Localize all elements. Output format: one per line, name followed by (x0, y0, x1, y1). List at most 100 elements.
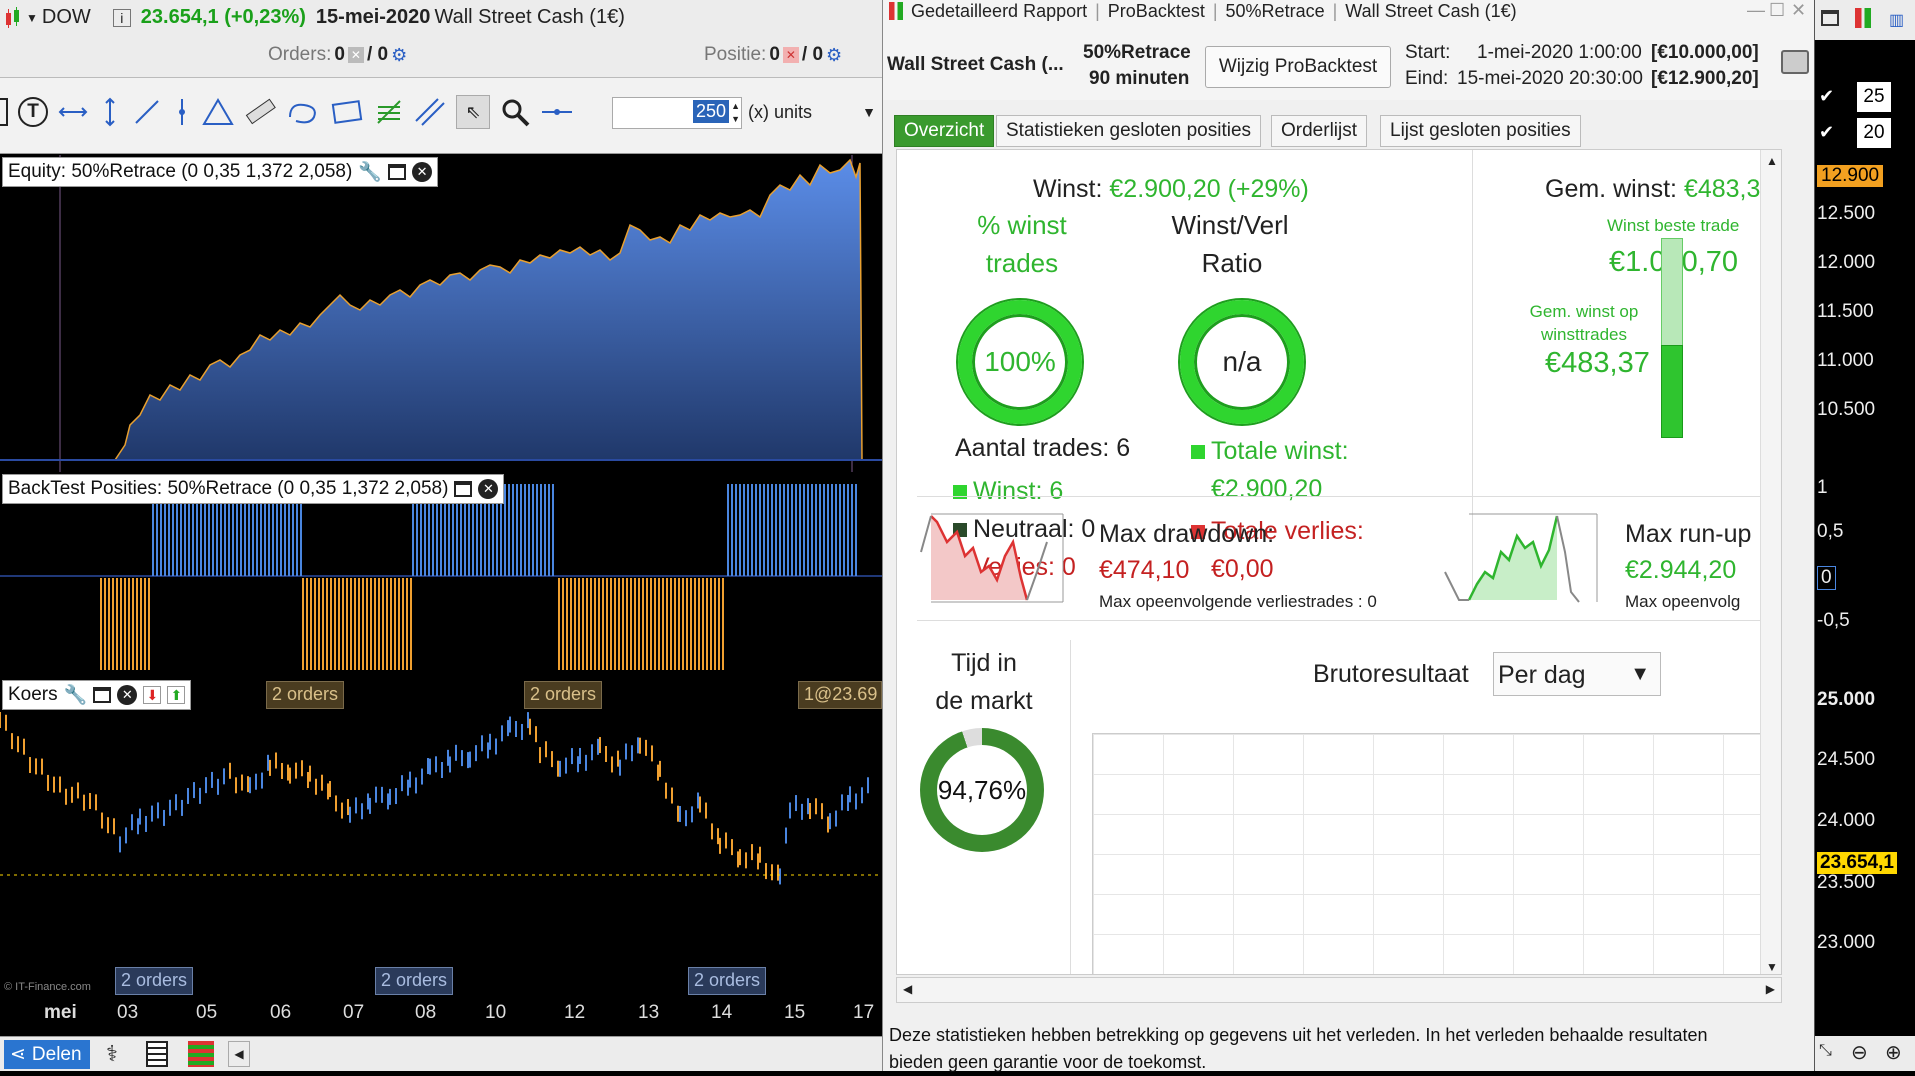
position-bar (116, 578, 118, 670)
pointer-icon[interactable]: ⇖ (456, 95, 490, 129)
ruler-icon[interactable] (244, 97, 276, 127)
zoom-out-icon[interactable]: ⊖ (1851, 1040, 1868, 1065)
printer-icon[interactable] (1781, 50, 1809, 74)
scroll-down-icon[interactable]: ▼ (1766, 960, 1778, 974)
trend-line-icon[interactable] (132, 97, 162, 127)
checkbox[interactable]: ✔ (1819, 86, 1834, 107)
resize-icon[interactable]: ⤡ (1819, 1042, 1832, 1060)
sell-arrow-icon[interactable]: ⬇ (143, 686, 162, 704)
position-bar (528, 484, 530, 576)
gross-period-select[interactable]: Per dag ▼ (1493, 652, 1661, 696)
cancel-orders-icon[interactable]: ✕ (347, 47, 364, 63)
indicator-icon[interactable]: ⚕ (106, 1041, 118, 1067)
channel-icon[interactable] (414, 97, 446, 127)
window-icon[interactable] (388, 164, 407, 180)
window-icon[interactable] (93, 687, 112, 703)
position-bar (618, 578, 620, 670)
title-part: ProBacktest (1107, 0, 1205, 21)
x-tick: 05 (196, 1002, 218, 1023)
wrench-icon[interactable]: 🔧 (358, 160, 382, 184)
scroll-left-icon[interactable]: ◀ (903, 982, 912, 996)
scroll-right-icon[interactable]: ▶ (1766, 982, 1775, 996)
orders-tag[interactable]: 2 orders (266, 681, 345, 709)
units-select[interactable]: (x) units ▼ (748, 102, 880, 123)
buy-arrow-icon[interactable]: ⬆ (167, 686, 186, 704)
checkbox[interactable]: ✔ (1819, 122, 1834, 143)
x-tick: 14 (711, 1002, 733, 1023)
minimize-icon[interactable]: — (1747, 0, 1765, 21)
position-count-2: / 0 (801, 44, 824, 65)
units-spinner-icon[interactable]: ▲ ▼ (731, 100, 740, 126)
orders-tag[interactable]: 2 orders (688, 967, 767, 995)
horizontal-line-icon[interactable] (58, 97, 88, 127)
vertical-line-icon[interactable] (98, 97, 122, 127)
tab-overview[interactable]: Overzicht (894, 115, 995, 147)
gears-icon[interactable]: ⚙ (391, 45, 407, 66)
tab-order-list[interactable]: Orderlijst (1271, 115, 1368, 147)
orders-tag[interactable]: 2 orders (524, 681, 603, 709)
triangle-tool-icon[interactable] (202, 97, 234, 127)
scroll-left-icon[interactable]: ◀ (228, 1041, 250, 1067)
info-icon[interactable]: i (112, 8, 131, 27)
position-bar (548, 484, 550, 576)
tab-closed-positions[interactable]: Lijst gesloten posities (1380, 115, 1581, 147)
position-bar (731, 484, 733, 576)
dropdown-arrow-icon[interactable]: ▼ (26, 11, 38, 25)
text-box-icon[interactable] (0, 98, 8, 126)
position-bar (532, 484, 534, 576)
position-bar (552, 484, 554, 576)
position-bar (314, 578, 316, 670)
share-button[interactable]: ⋖ Delen (4, 1040, 90, 1069)
window-icon[interactable] (1821, 10, 1839, 26)
candle-icon[interactable] (4, 6, 22, 29)
close-window-icon[interactable]: ✕ (1791, 0, 1806, 21)
tab-closed-stats[interactable]: Statistieken gesloten posities (996, 115, 1262, 147)
rectangle-icon[interactable] (330, 97, 364, 127)
segment-icon[interactable] (172, 97, 192, 127)
position-bar (646, 578, 648, 670)
trading-icon[interactable] (188, 1041, 214, 1067)
position-bar (678, 578, 680, 670)
equity-pane-title: Equity: 50%Retrace (0 0,35 1,372 2,058) … (2, 157, 439, 187)
report-timeframe: 90 minuten (1089, 68, 1190, 89)
position-bar (112, 578, 114, 670)
position-bar (763, 484, 765, 576)
close-icon[interactable]: ✕ (478, 479, 499, 499)
instrument-name: Wall Street Cash (1€) (434, 6, 625, 28)
y-tick: 11.500 (1817, 301, 1874, 322)
close-position-icon[interactable]: ✕ (782, 47, 799, 63)
close-icon[interactable]: ✕ (117, 685, 138, 705)
position-bar (144, 578, 146, 670)
orders-tag[interactable]: 2 orders (375, 967, 454, 995)
symbol-label[interactable]: DOW (42, 6, 91, 29)
y-tick: 0 (1817, 566, 1836, 590)
x-tick: 13 (638, 1002, 660, 1023)
ratio-value: n/a (1222, 346, 1262, 377)
fibonacci-icon[interactable] (374, 97, 404, 127)
close-icon[interactable]: ✕ (412, 162, 433, 182)
modify-backtest-button[interactable]: Wijzig ProBacktest (1205, 46, 1391, 88)
maximize-icon[interactable]: ☐ (1769, 0, 1785, 21)
max-dd-value: €474,10 (1099, 556, 1190, 584)
list-icon[interactable] (146, 1041, 168, 1067)
value-box[interactable]: 25 (1857, 82, 1891, 112)
lasso-icon[interactable] (286, 97, 320, 127)
gears-icon[interactable]: ⚙ (826, 45, 842, 66)
zoom-in-icon[interactable]: ⊕ (1885, 1040, 1902, 1065)
orders-tag[interactable]: 2 orders (115, 967, 194, 995)
y-tick: 11.000 (1817, 350, 1874, 371)
wrench-icon[interactable]: 🔧 (64, 683, 88, 707)
text-tool-icon[interactable]: T (18, 97, 48, 127)
position-bar (779, 484, 781, 576)
zoom-icon[interactable] (500, 97, 530, 127)
chart-icon[interactable]: ▥ (1889, 10, 1904, 30)
value-box[interactable]: 20 (1857, 118, 1891, 148)
units-input[interactable]: 250 (692, 100, 729, 123)
candle-icon[interactable] (1855, 8, 1871, 28)
window-icon[interactable] (454, 481, 473, 497)
horizontal-ray-icon[interactable] (540, 97, 574, 127)
position-bar (362, 578, 364, 670)
horizontal-scrollbar[interactable]: ◀ ▶ (896, 977, 1782, 1003)
vertical-scrollbar[interactable]: ▲ ▼ (1760, 150, 1781, 974)
scroll-up-icon[interactable]: ▲ (1766, 154, 1778, 168)
